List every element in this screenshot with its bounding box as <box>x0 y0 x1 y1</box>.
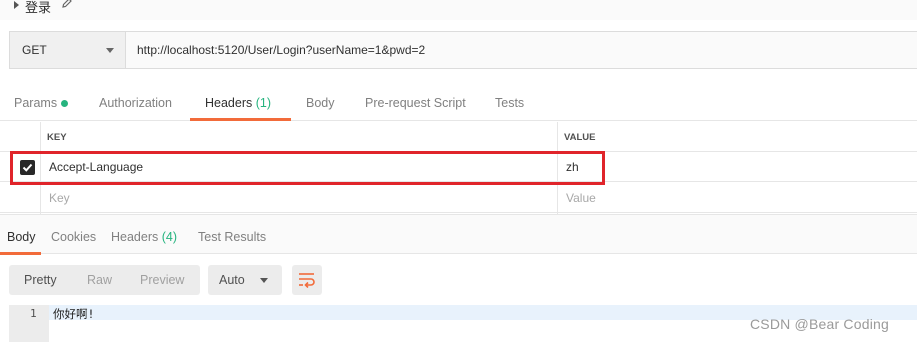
tab-response-body[interactable]: Body <box>7 230 36 244</box>
tab-label: Params <box>14 96 58 110</box>
format-toggle-group: Pretty Raw Preview <box>9 265 200 295</box>
request-tabs: Params Authorization Headers (1) Body Pr… <box>0 88 917 121</box>
key-input[interactable]: Key <box>49 191 70 205</box>
tab-response-headers[interactable]: Headers (4) <box>111 230 177 244</box>
watermark: CSDN @Bear Coding <box>750 316 889 332</box>
tab-cookies[interactable]: Cookies <box>51 230 96 244</box>
tab-count: (1) <box>255 96 272 110</box>
tab-label: Headers <box>111 230 159 244</box>
params-indicator-dot <box>61 100 68 107</box>
caret-right-icon[interactable] <box>14 1 19 9</box>
url-bar: GET http://localhost:5120/User/Login?use… <box>9 31 917 69</box>
language-select[interactable]: Auto <box>208 265 282 295</box>
chevron-down-icon <box>260 278 268 283</box>
pencil-icon[interactable] <box>61 0 73 9</box>
table-header: KEY VALUE <box>0 122 917 152</box>
tab-test-results[interactable]: Test Results <box>198 230 266 244</box>
active-tab-indicator <box>190 118 291 121</box>
chevron-down-icon <box>106 48 114 53</box>
tab-body[interactable]: Body <box>306 96 335 110</box>
value-column-header: VALUE <box>564 132 596 143</box>
active-tab-indicator <box>0 252 41 255</box>
wrap-lines-button[interactable] <box>292 265 322 295</box>
tab-label: Headers <box>205 96 253 110</box>
tab-headers[interactable]: Headers (1) <box>205 96 271 110</box>
line-gutter: 1 <box>9 305 49 342</box>
highlight-annotation-box <box>10 151 605 185</box>
request-name[interactable]: 登录 <box>25 0 51 16</box>
language-label: Auto <box>219 273 245 287</box>
line-number: 1 <box>30 307 37 320</box>
key-column-header: KEY <box>47 132 67 143</box>
table-row-empty: Key Value <box>0 183 917 213</box>
url-input[interactable]: http://localhost:5120/User/Login?userNam… <box>137 43 425 57</box>
value-input[interactable]: Value <box>566 191 596 205</box>
text-wrap-icon <box>299 273 315 288</box>
tab-tests[interactable]: Tests <box>495 96 524 110</box>
request-title-row: 登录 <box>0 0 917 20</box>
format-raw-button[interactable]: Raw <box>87 273 112 287</box>
format-pretty-button[interactable]: Pretty <box>24 273 57 287</box>
tab-pre-request-script[interactable]: Pre-request Script <box>365 96 466 110</box>
response-tabs: Body Cookies Headers (4) Test Results <box>0 214 917 255</box>
code-line: 你好啊! <box>53 307 95 321</box>
tab-authorization[interactable]: Authorization <box>99 96 172 110</box>
tab-params[interactable]: Params <box>14 96 57 110</box>
method-label: GET <box>22 43 47 57</box>
tab-count: (4) <box>161 230 178 244</box>
format-preview-button[interactable]: Preview <box>140 273 184 287</box>
method-select[interactable]: GET <box>10 32 126 68</box>
